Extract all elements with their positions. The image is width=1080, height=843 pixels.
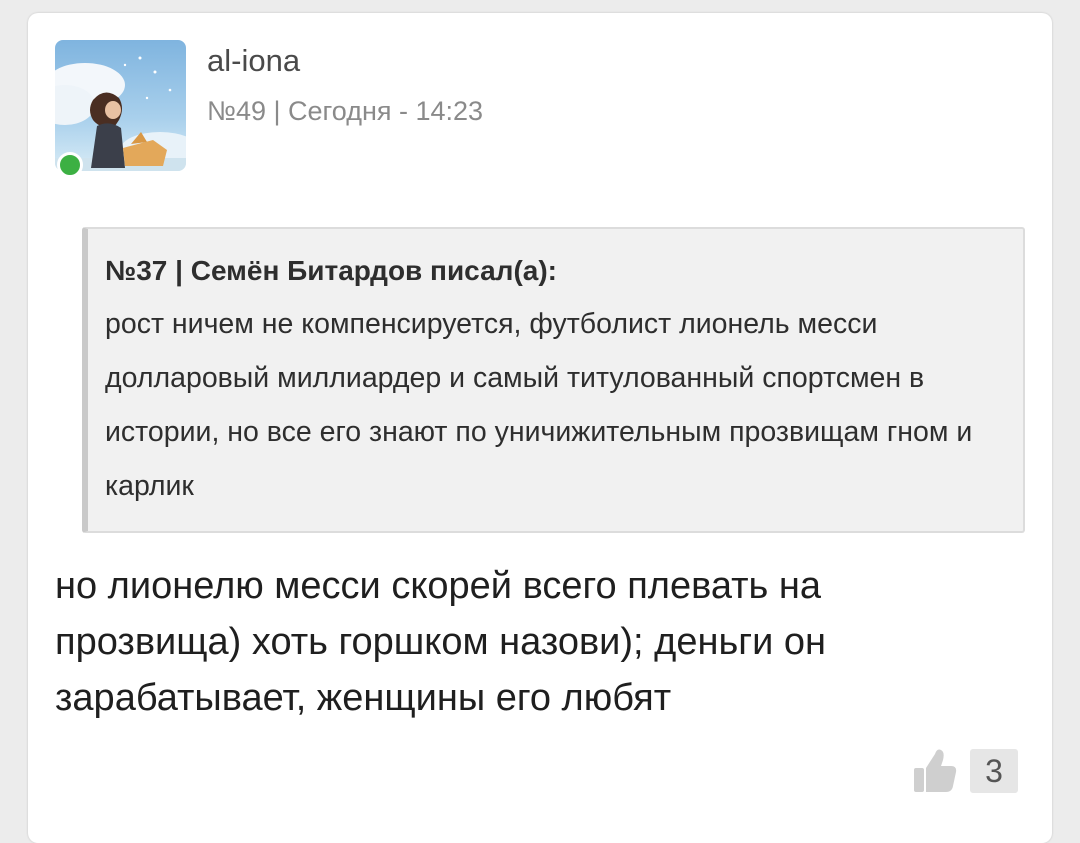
online-status-indicator xyxy=(57,152,83,178)
post-body: но лионелю месси скорей всего плевать на… xyxy=(55,565,827,719)
quote-header: №37 | Семён Битардов писал(а): xyxy=(105,255,557,286)
post-author[interactable]: al-iona xyxy=(207,41,300,81)
quote-text: рост ничем не компенсируется, футболист … xyxy=(105,308,973,502)
post-card: al-iona №49 | Сегодня - 14:23 №37 | Семё… xyxy=(28,13,1052,843)
thumbs-up-icon[interactable] xyxy=(908,746,958,794)
avatar[interactable] xyxy=(55,40,186,171)
quote-block: №37 | Семён Битардов писал(а): рост ниче… xyxy=(82,227,1025,533)
post-meta: №49 | Сегодня - 14:23 xyxy=(207,96,484,126)
like-count: 3 xyxy=(970,749,1018,793)
